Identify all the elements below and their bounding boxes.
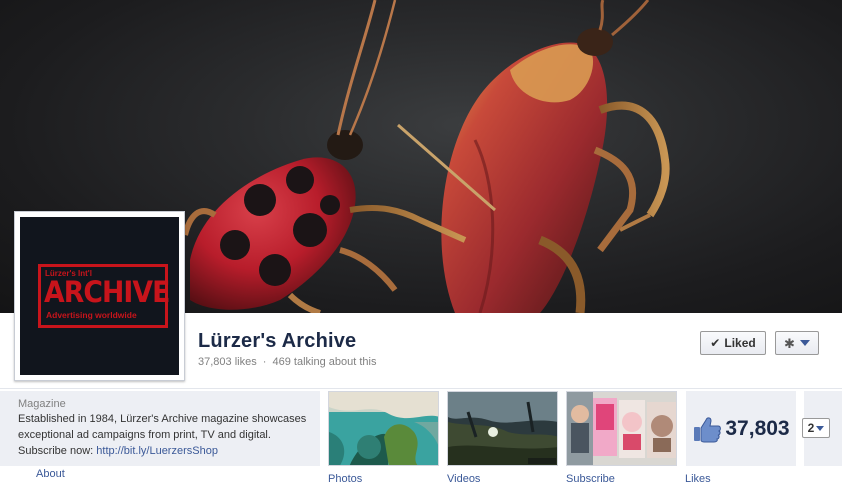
stats-separator: · [262, 356, 267, 368]
about-description: Established in 1984, Lürzer's Archive ma… [18, 413, 307, 441]
likes-count-text[interactable]: 37,803 likes [198, 356, 257, 368]
liked-button[interactable]: ✔ Liked [700, 331, 766, 355]
subscribe-prefix: Subscribe now: [18, 445, 97, 457]
gear-icon: ✱ [784, 335, 795, 351]
subscribe-line: Subscribe now: http://bit.ly/LuerzersSho… [18, 443, 312, 459]
logo-image: Lürzer's Int'l ARCHIVE Advertising world… [20, 217, 179, 375]
photos-app-tile[interactable] [328, 391, 439, 466]
subscribe-link[interactable]: http://bit.ly/LuerzersShop [96, 445, 218, 457]
talking-about-text: 469 talking about this [272, 356, 377, 368]
archive-logo: Lürzer's Int'l ARCHIVE Advertising world… [38, 264, 170, 328]
about-box[interactable]: Magazine Established in 1984, Lürzer's A… [0, 391, 320, 466]
more-apps-button[interactable]: 2 [802, 418, 830, 438]
check-icon: ✔ [710, 336, 721, 350]
subscribe-app-tile[interactable] [566, 391, 677, 466]
logo-tagline: Advertising worldwide [46, 310, 137, 320]
videos-app-label[interactable]: Videos [447, 473, 480, 485]
page-stats: 37,803 likes · 469 talking about this [198, 356, 376, 368]
subscribe-thumbnail [567, 392, 676, 465]
profile-picture[interactable]: Lürzer's Int'l ARCHIVE Advertising world… [14, 211, 185, 381]
settings-dropdown-button[interactable]: ✱ [775, 331, 819, 355]
about-link[interactable]: About [36, 468, 65, 480]
videos-thumbnail [448, 392, 557, 465]
page-title[interactable]: Lürzer's Archive [198, 330, 356, 353]
photos-app-label[interactable]: Photos [328, 473, 362, 485]
page-category: Magazine [18, 398, 66, 410]
likes-app-tile[interactable]: 37,803 [686, 391, 796, 466]
likes-app-label[interactable]: Likes [685, 473, 711, 485]
chevron-down-icon [816, 425, 825, 431]
more-apps-count: 2 [807, 421, 815, 435]
videos-app-tile[interactable] [447, 391, 558, 466]
subscribe-app-label[interactable]: Subscribe [566, 473, 615, 485]
likes-tile-count: 37,803 [725, 416, 790, 440]
chevron-down-icon [799, 340, 810, 346]
photos-thumbnail [329, 392, 438, 465]
liked-label: Liked [724, 336, 756, 350]
thumbs-up-icon [694, 416, 722, 442]
logo-wordmark: ARCHIVE [44, 275, 170, 309]
